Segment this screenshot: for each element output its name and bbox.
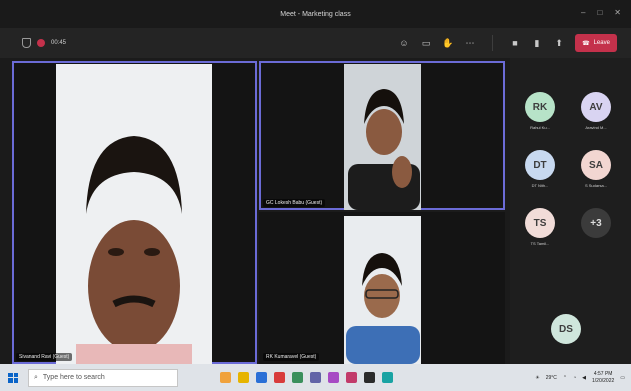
self-view-avatar[interactable]: DS — [538, 314, 594, 344]
roster-avatar[interactable]: TS TS Tamil... — [512, 208, 568, 246]
phone-icon: ☎ — [582, 40, 590, 47]
roster-avatar[interactable]: RK Rahul Ku... — [512, 92, 568, 130]
clock-date: 1/20/2022 — [592, 377, 615, 384]
chevron-up-icon[interactable]: ⌃ — [563, 375, 567, 381]
wifi-icon[interactable]: ◔ — [573, 375, 576, 381]
participant-video — [56, 64, 212, 364]
maximize-icon[interactable]: □ — [597, 8, 602, 17]
taskbar-search-input[interactable]: ⌕ Type here to search — [28, 368, 178, 387]
more-options-icon[interactable]: ⋯ — [464, 37, 476, 49]
minimize-icon[interactable]: – — [581, 8, 585, 17]
roster-avatar[interactable]: SA S Sudarsa... — [568, 150, 624, 188]
video-tile-main[interactable]: Sivanand Ravi (Guest) — [12, 61, 257, 364]
teams-app-icon[interactable] — [310, 372, 321, 383]
window-title: Meet - Marketing class — [280, 10, 351, 18]
roster-avatar[interactable]: AV Aravind M... — [568, 92, 624, 130]
leave-button-label: Leave — [593, 40, 610, 46]
participant-name-tag: Sivanand Ravi (Guest) — [16, 353, 73, 361]
avatar-label: Rahul Ku... — [530, 125, 550, 130]
app-icon[interactable] — [346, 372, 357, 383]
file-explorer-icon[interactable] — [238, 372, 249, 383]
avatar: TS — [525, 208, 555, 238]
windows-start-icon[interactable] — [8, 372, 18, 383]
recording-icon — [37, 39, 45, 47]
chrome-app-icon[interactable] — [220, 372, 231, 383]
shield-icon — [22, 38, 31, 48]
person-silhouette-image — [76, 136, 192, 364]
search-placeholder: Type here to search — [42, 374, 105, 381]
clock-time: 4:57 PM — [593, 370, 613, 377]
edge-app-icon[interactable] — [256, 372, 267, 383]
more-participants-button[interactable]: +3 — [568, 208, 624, 238]
person-silhouette-image — [348, 89, 420, 210]
meeting-toolbar: 00:45 ☺ ▭ ✋ ⋯ ■ ▮ ⬆ ☎ Leave — [0, 28, 631, 58]
raise-hand-icon[interactable]: ✋ — [442, 37, 454, 49]
microphone-icon[interactable]: ▮ — [531, 37, 543, 49]
app-icon[interactable] — [328, 372, 339, 383]
participant-name-tag: GC Lokesh Babu (Guest) — [263, 199, 326, 207]
participant-video — [344, 64, 421, 210]
avatar: DS — [551, 314, 581, 344]
roster-avatar[interactable]: DT DT Nith... — [512, 150, 568, 188]
avatar-label: DT Nith... — [531, 183, 549, 188]
avatar-label: Aravind M... — [585, 125, 607, 130]
avatar-label: TS Tamil... — [530, 241, 550, 246]
title-bar: Meet - Marketing class – □ ✕ — [0, 0, 631, 28]
meeting-timer: 00:45 — [51, 40, 67, 46]
avatar-label: S Sudarsa... — [584, 183, 607, 188]
participant-roster: RK Rahul Ku... AV Aravind M... DT DT Nit… — [510, 58, 631, 364]
weather-temp[interactable]: 29°C — [546, 375, 557, 381]
volume-icon[interactable]: ◀ — [582, 375, 586, 381]
system-tray: ☀ 29°C ⌃ ◔ ◀ 4:57 PM 1/20/2022 ▭ — [535, 364, 625, 391]
chat-icon[interactable]: ▭ — [420, 37, 432, 49]
window-controls: – □ ✕ — [581, 8, 621, 17]
participant-name-tag: RK Kumaravel (Guest) — [263, 353, 320, 361]
avatar: AV — [581, 92, 611, 122]
leave-button[interactable]: ☎ Leave — [575, 34, 617, 52]
taskbar: ⌕ Type here to search ☀ 29°C ⌃ ◔ ◀ 4:57 … — [0, 364, 631, 391]
clock[interactable]: 4:57 PM 1/20/2022 — [592, 371, 614, 385]
avatar: SA — [581, 150, 611, 180]
share-screen-icon[interactable]: ⬆ — [553, 37, 565, 49]
participant-video — [344, 216, 421, 364]
camera-icon[interactable]: ■ — [509, 37, 521, 49]
video-tile-top[interactable]: GC Lokesh Babu (Guest) — [259, 61, 505, 210]
avatar: DT — [525, 150, 555, 180]
app-icon[interactable] — [382, 372, 393, 383]
video-stage: Sivanand Ravi (Guest) GC Lokesh Babu (Gu… — [0, 58, 631, 364]
person-silhouette-image — [346, 253, 420, 364]
avatar: RK — [525, 92, 555, 122]
office-app-icon[interactable] — [274, 372, 285, 383]
search-icon: ⌕ — [34, 373, 38, 381]
terminal-app-icon[interactable] — [364, 372, 375, 383]
toolbar-divider — [492, 35, 493, 51]
app-icon[interactable] — [292, 372, 303, 383]
people-icon[interactable]: ☺ — [398, 37, 410, 49]
notification-icon[interactable]: ▭ — [620, 375, 625, 381]
taskbar-apps — [220, 372, 393, 383]
weather-icon: ☀ — [535, 374, 540, 381]
video-tile-bottom[interactable]: RK Kumaravel (Guest) — [259, 212, 505, 364]
close-icon[interactable]: ✕ — [614, 8, 621, 17]
avatar: +3 — [581, 208, 611, 238]
